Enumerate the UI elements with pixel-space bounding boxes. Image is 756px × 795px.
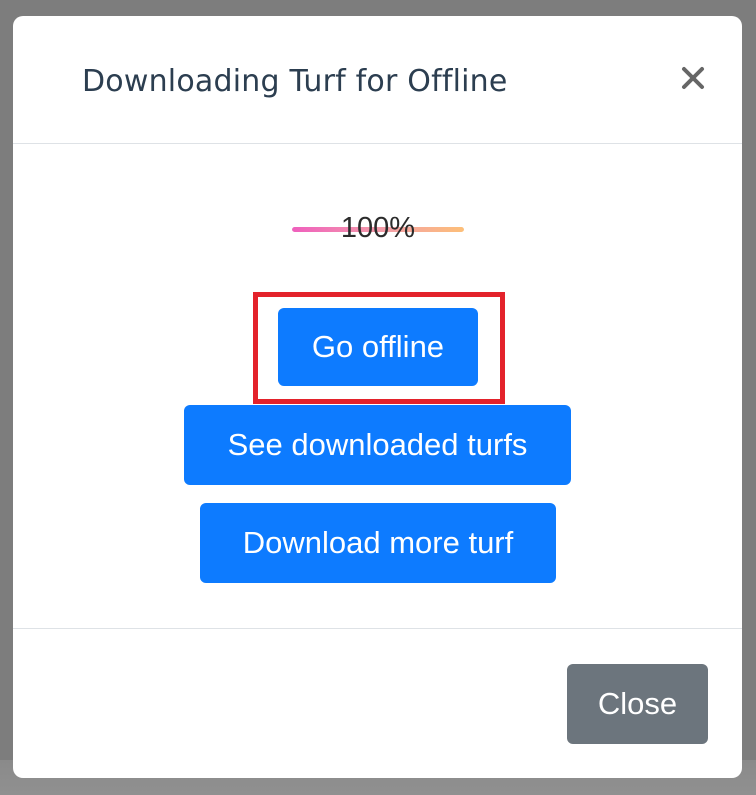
close-button[interactable]: Close bbox=[567, 664, 708, 744]
download-more-turf-button[interactable]: Download more turf bbox=[200, 503, 556, 583]
see-downloaded-turfs-button[interactable]: See downloaded turfs bbox=[184, 405, 571, 485]
modal-title: Downloading Turf for Offline bbox=[82, 64, 508, 99]
close-icon bbox=[682, 67, 704, 89]
close-modal-button[interactable] bbox=[675, 60, 711, 96]
download-progress: 100% bbox=[292, 204, 464, 256]
modal-body: 100% Go offline See downloaded turfs Dow… bbox=[13, 144, 742, 628]
go-offline-button[interactable]: Go offline bbox=[278, 308, 478, 386]
download-offline-modal: Downloading Turf for Offline 100% Go off… bbox=[13, 16, 742, 778]
modal-header: Downloading Turf for Offline bbox=[13, 16, 742, 144]
progress-percent: 100% bbox=[340, 212, 416, 244]
modal-footer: Close bbox=[13, 628, 742, 778]
